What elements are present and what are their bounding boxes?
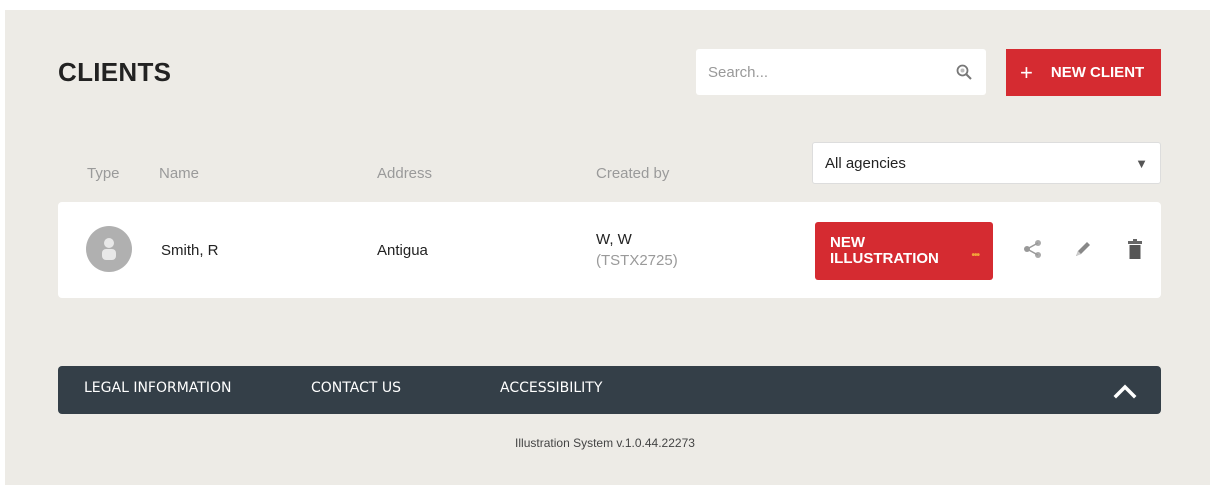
- footer-bar: LEGAL INFORMATION CONTACT US ACCESSIBILI…: [58, 366, 1161, 414]
- client-name[interactable]: Smith, R: [161, 242, 219, 259]
- column-header-name: Name: [159, 165, 200, 182]
- created-by-id: (TSTX2725): [596, 252, 678, 269]
- column-header-created-by: Created by: [596, 165, 670, 182]
- avatar: [86, 226, 132, 272]
- new-illustration-label-line1: NEW: [830, 234, 865, 251]
- new-client-button[interactable]: + NEW CLIENT: [1006, 49, 1161, 96]
- scroll-to-top-chevron-up-icon[interactable]: [1111, 377, 1139, 405]
- table-row[interactable]: Smith, R Antigua W, W (TSTX2725) NEW ILL…: [58, 202, 1161, 298]
- column-header-type: Type: [87, 165, 120, 182]
- edit-pencil-icon[interactable]: [1072, 238, 1094, 260]
- client-address: Antigua: [377, 242, 428, 259]
- search-box[interactable]: [696, 49, 986, 95]
- agency-filter-value: All agencies: [825, 154, 906, 172]
- footer-link-accessibility[interactable]: ACCESSIBILITY: [500, 380, 602, 396]
- dropdown-caret-icon: ▼: [1135, 155, 1148, 171]
- new-client-label: NEW CLIENT: [1050, 64, 1145, 81]
- page-title: CLIENTS: [58, 57, 172, 87]
- delete-trash-icon[interactable]: [1124, 238, 1146, 260]
- new-illustration-label-line2: ILLUSTRATION: [830, 250, 939, 267]
- version-text: Illustration System v.1.0.44.22273: [515, 436, 695, 450]
- footer-link-legal-information[interactable]: LEGAL INFORMATION: [84, 380, 231, 396]
- person-icon: [102, 238, 116, 260]
- plus-icon: +: [1020, 59, 1033, 85]
- footer-link-contact-us[interactable]: CONTACT US: [311, 380, 401, 396]
- new-illustration-button[interactable]: NEW ILLUSTRATION •••: [815, 222, 993, 280]
- more-dots-icon: •••: [971, 250, 979, 261]
- search-icon[interactable]: [954, 62, 974, 82]
- column-header-address: Address: [377, 165, 433, 182]
- agency-filter-select[interactable]: All agencies ▼: [812, 142, 1161, 184]
- created-by-name: W, W: [596, 231, 632, 248]
- search-input[interactable]: [708, 63, 954, 81]
- share-icon[interactable]: [1022, 238, 1044, 260]
